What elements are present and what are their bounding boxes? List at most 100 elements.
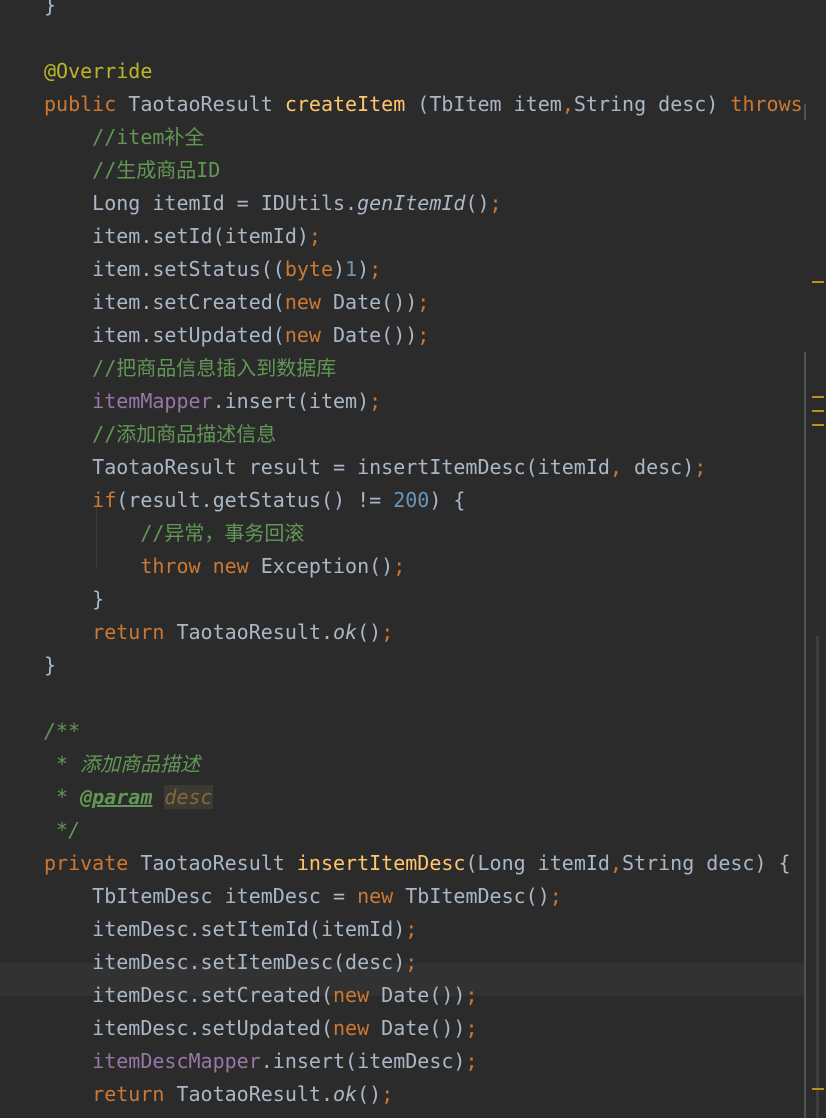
code-line[interactable]: public TaotaoResult createItem (TbItem i… xyxy=(44,88,826,121)
code-token: //item补全 xyxy=(92,125,205,149)
code-token: Date()) xyxy=(333,323,418,347)
warning-mark[interactable] xyxy=(812,396,824,398)
code-token: TaotaoResult xyxy=(128,92,285,116)
code-line[interactable]: return TaotaoResult.ok(); xyxy=(44,1078,393,1111)
code-line[interactable]: //添加商品描述信息 xyxy=(44,418,276,451)
code-token: genItemId xyxy=(357,191,466,215)
code-token: ; xyxy=(694,455,707,479)
code-line[interactable]: Long itemId = IDUtils.genItemId(); xyxy=(44,187,501,220)
code-line[interactable]: itemDesc.setCreated(new Date()); xyxy=(44,979,477,1012)
code-line[interactable]: } xyxy=(44,1111,56,1118)
code-token: ; xyxy=(308,224,321,248)
code-token: private xyxy=(44,851,141,875)
warning-mark[interactable] xyxy=(812,424,824,426)
code-line[interactable]: itemMapper.insert(item); xyxy=(44,385,381,418)
code-token: desc xyxy=(164,785,213,809)
code-token: String desc) { xyxy=(622,851,791,875)
code-token: new xyxy=(332,1016,382,1040)
code-token: ; xyxy=(417,290,430,314)
code-token: public xyxy=(44,92,129,116)
code-line[interactable]: @Override xyxy=(44,55,152,88)
code-line[interactable]: itemDesc.setUpdated(new Date()); xyxy=(44,1012,478,1045)
code-token: ; xyxy=(549,884,562,908)
code-token: .insert(itemDesc) xyxy=(260,1049,466,1073)
code-token: 1 xyxy=(345,257,358,281)
code-token: new xyxy=(284,323,333,347)
warning-mark[interactable] xyxy=(812,1088,824,1090)
code-token: itemDesc.setItemDesc(desc) xyxy=(44,950,406,974)
code-token: item.setUpdated( xyxy=(44,323,285,347)
code-token: } xyxy=(44,587,105,611)
code-token: throws xyxy=(730,92,815,116)
code-line[interactable]: TbItemDesc itemDesc = new TbItemDesc(); xyxy=(44,880,562,913)
code-token: , xyxy=(561,92,574,116)
code-token: byte xyxy=(284,257,333,281)
code-line[interactable]: private TaotaoResult insertItemDesc(Long… xyxy=(44,847,791,880)
code-token: desc) xyxy=(634,455,695,479)
code-token: itemDescMapper xyxy=(92,1049,261,1073)
code-line[interactable]: item.setStatus((byte)1); xyxy=(44,253,381,286)
code-line[interactable]: //item补全 xyxy=(44,121,204,154)
code-token: () xyxy=(357,620,382,644)
code-token: } xyxy=(44,0,57,17)
code-line[interactable]: * 添加商品描述 xyxy=(44,748,200,781)
code-line[interactable]: } xyxy=(44,583,104,616)
code-line[interactable]: item.setCreated(new Date()); xyxy=(44,286,429,319)
code-token: Exception() xyxy=(260,554,394,578)
warning-mark[interactable] xyxy=(812,281,824,283)
code-token: item.setId(itemId) xyxy=(44,224,309,248)
code-token: (Long itemId xyxy=(465,851,610,875)
code-line[interactable]: itemDescMapper.insert(itemDesc); xyxy=(44,1045,477,1078)
warning-mark[interactable] xyxy=(812,410,824,412)
code-token: ; xyxy=(465,1016,478,1040)
code-line[interactable]: itemDesc.setItemDesc(desc); xyxy=(44,946,417,979)
scrollbar-track[interactable] xyxy=(816,636,819,1118)
code-token: ; xyxy=(405,950,418,974)
code-editor[interactable]: } @Override public TaotaoResult createItem… xyxy=(0,0,826,1118)
code-line[interactable]: /** xyxy=(44,715,80,748)
code-line[interactable]: } xyxy=(44,0,56,22)
code-line[interactable]: item.setUpdated(new Date()); xyxy=(44,319,429,352)
code-token: () xyxy=(465,191,490,215)
code-line[interactable]: if(result.getStatus() != 200) { xyxy=(44,484,465,517)
code-token: ; xyxy=(369,257,382,281)
editor-scroll-gutter[interactable] xyxy=(804,0,826,1118)
code-line[interactable]: * @param desc xyxy=(44,781,213,814)
code-token: if xyxy=(92,488,117,512)
code-line[interactable]: */ xyxy=(44,814,80,847)
code-token: (TbItem item xyxy=(405,92,562,116)
code-line[interactable]: //生成商品ID xyxy=(44,154,220,187)
code-token: item.setStatus(( xyxy=(44,257,285,281)
code-token: new xyxy=(357,884,406,908)
code-token: itemDesc.setUpdated( xyxy=(44,1016,333,1040)
code-line[interactable]: //异常，事务回滚 xyxy=(44,517,304,550)
code-line[interactable]: return TaotaoResult.ok(); xyxy=(44,616,393,649)
code-token: TaotaoResult xyxy=(140,851,297,875)
code-token: Date()) xyxy=(381,983,466,1007)
code-line[interactable]: throw new Exception(); xyxy=(44,550,405,583)
code-token: TbItemDesc itemDesc = xyxy=(44,884,358,908)
code-token: () xyxy=(357,1082,382,1106)
code-token: 200 xyxy=(393,488,430,512)
code-token: ) xyxy=(333,257,346,281)
code-token: //生成商品ID xyxy=(92,158,221,182)
code-token: , xyxy=(609,455,635,479)
code-line[interactable]: itemDesc.setItemId(itemId); xyxy=(44,913,417,946)
code-token: itemDesc.setCreated( xyxy=(44,983,333,1007)
code-line[interactable]: } xyxy=(44,649,56,682)
code-token: Date()) xyxy=(333,290,418,314)
code-line[interactable]: //把商品信息插入到数据库 xyxy=(44,352,336,385)
code-token: ; xyxy=(393,554,406,578)
code-token: TbItemDesc() xyxy=(405,884,550,908)
code-token: ok xyxy=(333,1082,358,1106)
code-line[interactable]: item.setId(itemId); xyxy=(44,220,321,253)
code-line[interactable]: TaotaoResult result = insertItemDesc(ite… xyxy=(44,451,706,484)
